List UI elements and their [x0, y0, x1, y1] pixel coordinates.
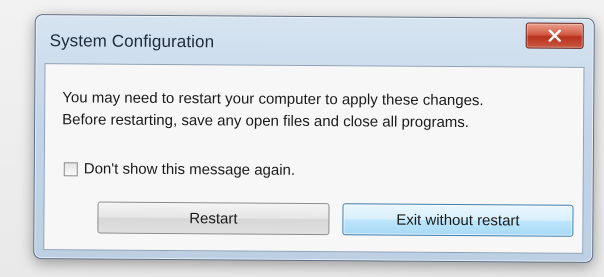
dont-show-again-label[interactable]: Don't show this message again.: [84, 160, 295, 178]
exit-without-restart-button[interactable]: Exit without restart: [342, 203, 574, 237]
restart-message: You may need to restart your computer to…: [62, 87, 484, 134]
restart-button[interactable]: Restart: [97, 201, 330, 236]
title-bar[interactable]: System Configuration: [36, 15, 594, 65]
dialog-title: System Configuration: [49, 31, 215, 52]
close-button[interactable]: [525, 22, 584, 49]
dont-show-again-row[interactable]: Don't show this message again.: [63, 160, 295, 179]
close-icon: [548, 29, 562, 42]
message-line-1: You may need to restart your computer to…: [62, 89, 484, 110]
message-line-2: Before restarting, save any open files a…: [62, 111, 470, 132]
dialog-content: You may need to restart your computer to…: [43, 63, 585, 254]
system-configuration-dialog: System Configuration You may need to res…: [33, 14, 595, 263]
dont-show-again-checkbox[interactable]: [63, 161, 78, 176]
